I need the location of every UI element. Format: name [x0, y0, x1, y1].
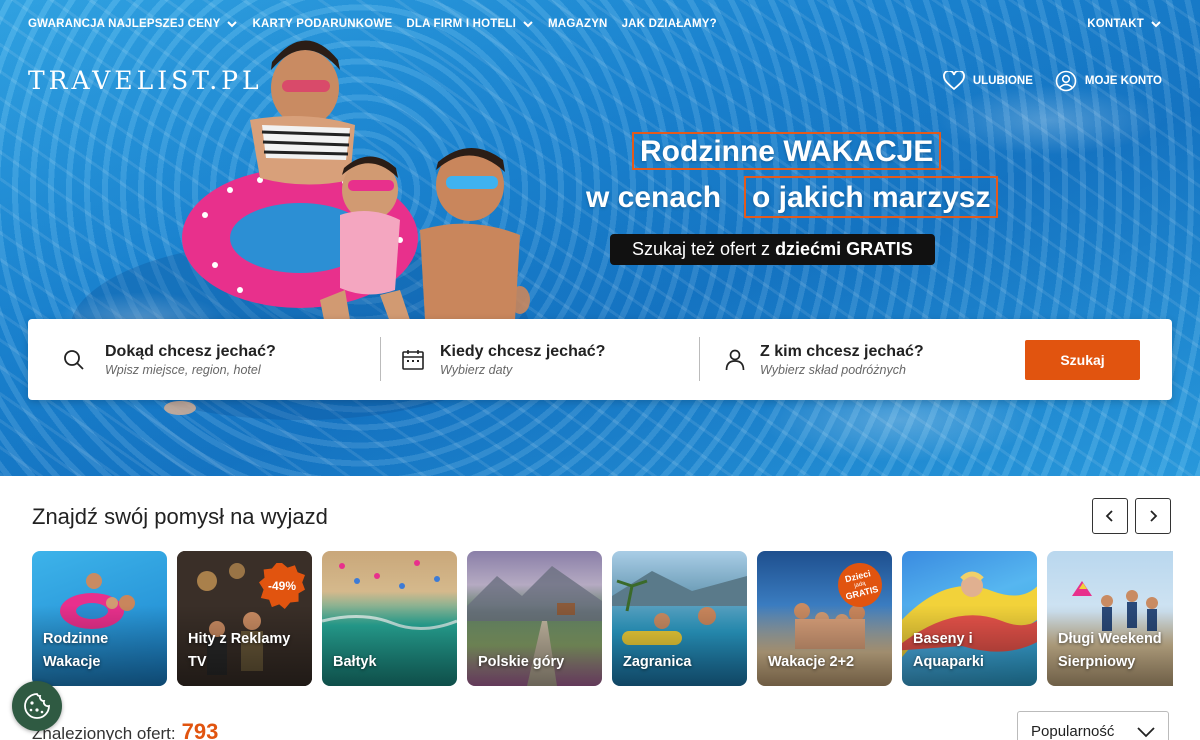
user-circle-icon — [1055, 70, 1077, 92]
card-label-line1: Polskie góry — [478, 654, 565, 670]
card-label: Zagranica — [623, 651, 692, 674]
nav-item-contact[interactable]: KONTAKT — [1087, 18, 1162, 30]
search-bar: Dokąd chcesz jechać? Wpisz miejsce, regi… — [28, 319, 1172, 400]
favorites-link[interactable]: ULUBIONE — [942, 71, 1033, 91]
category-card[interactable]: Długi Weekend Sierpniowy — [1047, 551, 1173, 686]
card-label: Wakacje 2+2 — [768, 651, 854, 674]
site-logo[interactable]: TRAVELIST.PL — [28, 66, 263, 95]
headline-line-2a: w cenach — [586, 181, 722, 214]
hero-banner: GWARANCJA NAJLEPSZEJ CENY KARTY PODARUNK… — [0, 0, 1200, 476]
category-carousel: Rodzinne Wakacje -49% Hity z Reklamy TV Ba… — [32, 551, 1173, 687]
destination-title: Dokąd chcesz jechać? — [105, 342, 276, 360]
headline-line-1: Rodzinne WAKACJE — [632, 132, 942, 170]
nav-item-best-price[interactable]: GWARANCJA NAJLEPSZEJ CENY — [28, 18, 238, 30]
chevron-left-icon — [1105, 510, 1113, 522]
nav-item-for-business[interactable]: DLA FIRM I HOTELI — [406, 18, 534, 30]
carousel-prev-button[interactable] — [1092, 498, 1128, 534]
card-label: Hity z Reklamy TV — [188, 628, 290, 674]
top-navigation: GWARANCJA NAJLEPSZEJ CENY KARTY PODARUNK… — [28, 18, 717, 30]
card-label: Rodzinne Wakacje — [43, 628, 108, 674]
dates-placeholder: Wybierz daty — [440, 362, 513, 377]
nav-label: DLA FIRM I HOTELI — [406, 18, 517, 30]
card-label-line1: Bałtyk — [333, 654, 377, 670]
account-label: MOJE KONTO — [1084, 75, 1162, 87]
chevron-right-icon — [1150, 510, 1158, 522]
card-label-line1: Zagranica — [623, 654, 692, 670]
card-label-line2: Wakacje — [43, 654, 101, 670]
dates-title: Kiedy chcesz jechać? — [440, 342, 606, 360]
cookie-icon — [24, 693, 50, 719]
card-label-line1: Hity z Reklamy — [188, 631, 291, 647]
nav-item-magazine[interactable]: MAGAZYN — [548, 18, 608, 30]
divider — [380, 337, 381, 381]
badge-line: GRATIS — [844, 583, 880, 602]
category-card[interactable]: Bałtyk — [322, 551, 457, 686]
promo-text: Szukaj też ofert z — [632, 239, 776, 259]
card-label-line1: Długi Weekend — [1058, 631, 1162, 647]
category-card[interactable]: Dzieci jadą GRATIS Wakacje 2+2 — [757, 551, 892, 686]
nav-label: JAK DZIAŁAMY? — [621, 18, 717, 30]
hero-promo-pill: Szukaj też ofert z dziećmi GRATIS — [610, 234, 935, 265]
card-label-line2: TV — [188, 654, 207, 670]
section-title: Znajdź swój pomysł na wyjazd — [32, 504, 328, 529]
card-label: Bałtyk — [333, 651, 377, 674]
divider — [699, 337, 700, 381]
card-label-line1: Rodzinne — [43, 631, 109, 647]
chevron-down-icon — [227, 21, 238, 28]
travelers-title: Z kim chcesz jechać? — [760, 342, 924, 360]
nav-item-gift-cards[interactable]: KARTY PODARUNKOWE — [252, 18, 392, 30]
sort-dropdown[interactable]: Popularność — [1017, 711, 1169, 740]
destination-placeholder: Wpisz miejsce, region, hotel — [105, 362, 261, 377]
card-label-line1: Wakacje 2+2 — [768, 654, 855, 670]
carousel-next-button[interactable] — [1135, 498, 1171, 534]
person-icon — [725, 349, 745, 370]
calendar-icon — [402, 349, 424, 370]
nav-label: GWARANCJA NAJLEPSZEJ CENY — [28, 18, 221, 30]
favorites-label: ULUBIONE — [972, 75, 1033, 87]
sort-selected: Popularność — [1031, 722, 1115, 740]
card-label-line2: Aquaparki — [913, 654, 984, 670]
card-label-line2: Sierpniowy — [1058, 654, 1136, 670]
results-count: Znalezionych ofert: 793 — [32, 719, 218, 740]
user-links: ULUBIONE MOJE KONTO — [942, 70, 1162, 92]
nav-label: KARTY PODARUNKOWE — [252, 18, 393, 30]
cookie-settings-button[interactable] — [12, 681, 62, 731]
card-label: Długi Weekend Sierpniowy — [1058, 628, 1162, 674]
chevron-down-icon — [1137, 727, 1155, 738]
search-icon — [64, 349, 84, 370]
card-label-line1: Baseny i — [913, 631, 973, 647]
travelers-field[interactable]: Z kim chcesz jechać? Wybierz skład podró… — [723, 319, 1013, 400]
promo-bold-text: dziećmi GRATIS — [775, 239, 913, 259]
chevron-down-icon — [523, 21, 533, 28]
nav-label: MAGAZYN — [548, 18, 608, 30]
search-button[interactable]: Szukaj — [1025, 340, 1140, 380]
card-label: Baseny i Aquaparki — [913, 628, 984, 674]
results-number: 793 — [181, 719, 219, 740]
chevron-down-icon — [1151, 21, 1161, 28]
category-card[interactable]: -49% Hity z Reklamy TV — [177, 551, 312, 686]
category-card[interactable]: Polskie góry — [467, 551, 602, 686]
nav-label: KONTAKT — [1087, 18, 1144, 30]
nav-item-how-it-works[interactable]: JAK DZIAŁAMY? — [622, 18, 717, 30]
destination-field[interactable]: Dokąd chcesz jechać? Wpisz miejsce, regi… — [62, 319, 392, 400]
account-link[interactable]: MOJE KONTO — [1055, 70, 1162, 92]
travelers-placeholder: Wybierz skład podróżnych — [760, 362, 906, 377]
category-card[interactable]: Zagranica — [612, 551, 747, 686]
dates-field[interactable]: Kiedy chcesz jechać? Wybierz daty — [401, 319, 701, 400]
headline-line-2b: o jakich marzysz — [744, 176, 999, 218]
results-label: Znalezionych ofert: — [32, 724, 176, 740]
category-card[interactable]: Rodzinne Wakacje — [32, 551, 167, 686]
card-label: Polskie góry — [478, 651, 564, 674]
category-card[interactable]: Baseny i Aquaparki — [902, 551, 1037, 686]
heart-icon — [942, 71, 965, 91]
